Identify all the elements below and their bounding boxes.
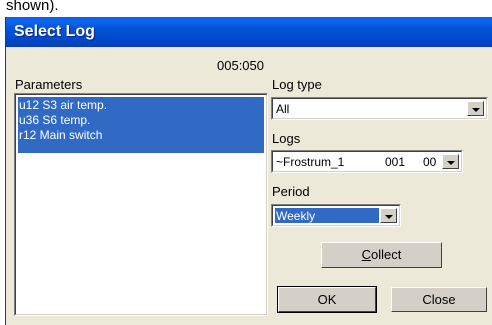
log-type-select[interactable]: All (271, 97, 488, 120)
select-log-dialog: Select Log 005:050 Parameters u12 S3 air… (5, 17, 492, 325)
ok-label: OK (317, 292, 337, 307)
log-type-label: Log type (272, 77, 322, 92)
parameters-label: Parameters (15, 77, 83, 92)
period-label: Period (272, 184, 310, 199)
logs-value-number: 001 (385, 155, 406, 169)
close-button[interactable]: Close (391, 287, 487, 312)
period-dropdown-button[interactable] (380, 208, 397, 223)
log-type-dropdown-button[interactable] (467, 101, 484, 116)
title-bar[interactable]: Select Log (6, 17, 492, 47)
ok-button[interactable]: OK (277, 286, 377, 313)
logs-dropdown-button[interactable] (442, 154, 459, 169)
chevron-down-icon (447, 161, 455, 165)
logs-select[interactable]: ~Frostrum_1 001 00 (271, 150, 463, 173)
chevron-down-icon (385, 215, 393, 219)
period-value: Weekly (276, 209, 316, 223)
collect-mnemonic: C (361, 247, 372, 262)
parameter-item[interactable]: r12 Main switch (19, 128, 102, 142)
parameters-list[interactable]: u12 S3 air temp. u36 S6 temp. r12 Main s… (14, 93, 268, 316)
window-title: Select Log (14, 23, 95, 40)
cropped-text-above: shown). (6, 0, 59, 14)
collect-button[interactable]: Collect (321, 242, 442, 268)
parameter-item[interactable]: u12 S3 air temp. (19, 98, 107, 112)
logs-label: Logs (272, 131, 301, 146)
close-label: Close (422, 292, 456, 307)
logs-value-name: ~Frostrum_1 (276, 155, 345, 169)
log-type-value: All (276, 102, 290, 116)
logs-value-extra: 00 (423, 155, 437, 169)
parameter-item[interactable]: u36 S6 temp. (19, 113, 90, 127)
period-select[interactable]: Weekly (271, 204, 401, 227)
log-code: 005:050 (217, 58, 264, 73)
chevron-down-icon (472, 108, 480, 112)
collect-label: ollect (371, 247, 402, 262)
